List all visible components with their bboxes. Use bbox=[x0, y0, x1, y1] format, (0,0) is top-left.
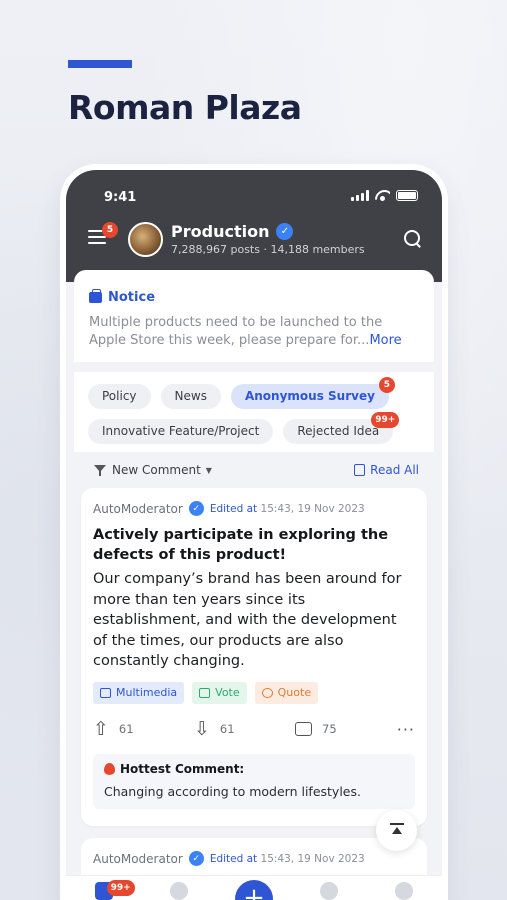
tag-label: Innovative Feature/Project bbox=[102, 424, 260, 438]
tag-label: Anonymous Survey bbox=[244, 389, 375, 403]
notice-text: Multiple products need to be launched to… bbox=[89, 314, 419, 350]
comment-button[interactable]: 75 bbox=[295, 722, 396, 736]
chip-label: Quote bbox=[277, 685, 312, 699]
link-icon bbox=[261, 687, 273, 698]
tab-members[interactable] bbox=[159, 882, 199, 900]
sort-label: New Comment bbox=[112, 463, 201, 477]
upvote-count: 61 bbox=[118, 722, 134, 736]
downvote-count: 61 bbox=[219, 722, 235, 736]
post-author[interactable]: AutoModerator bbox=[93, 852, 183, 866]
tab-create[interactable]: + bbox=[234, 880, 274, 900]
channel-header: 9:41 5 Production ✓ 7,288,967 posts · 14… bbox=[66, 170, 442, 282]
read-all-button[interactable]: Read All bbox=[354, 463, 419, 477]
chart-icon bbox=[199, 687, 211, 698]
edited-time: 15:43, 19 Nov 2023 bbox=[260, 852, 365, 865]
status-time: 9:41 bbox=[104, 190, 137, 205]
status-icons bbox=[351, 190, 418, 201]
list-toolbar: New Comment ▼ Read All bbox=[74, 456, 434, 484]
bell-icon bbox=[320, 882, 339, 900]
notice-body: Multiple products need to be launched to… bbox=[89, 315, 383, 348]
chip-vote[interactable]: Vote bbox=[192, 681, 247, 704]
notice-more-link[interactable]: More bbox=[369, 333, 401, 348]
channel-title[interactable]: Production ✓ bbox=[171, 222, 294, 241]
comment-count: 75 bbox=[322, 722, 337, 736]
brand-title: Roman Plaza bbox=[68, 88, 302, 127]
image-icon bbox=[100, 687, 111, 698]
arrow-down-icon: ⇩ bbox=[194, 717, 210, 740]
chip-quote[interactable]: Quote bbox=[254, 681, 319, 704]
tab-badge: 99+ bbox=[106, 880, 135, 896]
tag-label: Policy bbox=[102, 389, 137, 403]
post-edited: Edited at 15:43, 19 Nov 2023 bbox=[210, 503, 365, 515]
sort-dropdown[interactable]: New Comment ▼ bbox=[94, 463, 212, 477]
people-icon bbox=[169, 882, 188, 900]
user-icon bbox=[395, 882, 414, 900]
search-icon[interactable] bbox=[404, 230, 422, 248]
comment-icon bbox=[295, 722, 312, 736]
post-edited: Edited at 15:43, 19 Nov 2023 bbox=[210, 853, 365, 865]
tag-label: Rejected Idea bbox=[297, 424, 380, 438]
brand-accent-bar bbox=[68, 60, 132, 68]
post-body: Our company’s brand has been around for … bbox=[93, 571, 402, 669]
notice-title: Notice bbox=[108, 290, 156, 305]
tag-badge: 5 bbox=[378, 377, 395, 393]
post-meta: AutoModerator ✓ Edited at 15:43, 19 Nov … bbox=[93, 851, 415, 866]
tag-filter: Policy News Anonymous Survey 5 Innovative… bbox=[74, 372, 434, 452]
channel-name: Production bbox=[171, 222, 270, 241]
scroll-to-top-button[interactable] bbox=[376, 810, 417, 851]
battery-icon bbox=[396, 190, 418, 201]
tab-notifications[interactable] bbox=[309, 882, 349, 900]
add-post-button[interactable]: + bbox=[234, 880, 273, 900]
hottest-text: Changing according to modern lifestyles. bbox=[104, 783, 361, 799]
channel-stats: 7,288,967 posts · 14,188 members bbox=[171, 243, 365, 256]
tag-badge: 99+ bbox=[371, 412, 400, 428]
scroll-top-icon bbox=[389, 822, 404, 839]
post-author[interactable]: AutoModerator bbox=[93, 502, 183, 516]
tag-rejected-idea[interactable]: Rejected Idea 99+ bbox=[283, 412, 400, 444]
hottest-label: Hottest Comment: bbox=[120, 761, 245, 776]
post-actions: ⇧ 61 ⇩ 61 75 ··· bbox=[93, 717, 415, 740]
read-all-label: Read All bbox=[370, 463, 419, 477]
post-chips: Multimedia Vote Quote bbox=[93, 681, 415, 704]
tag-policy[interactable]: Policy bbox=[88, 384, 151, 409]
signal-icon bbox=[351, 190, 369, 201]
tag-anonymous-survey[interactable]: Anonymous Survey 5 bbox=[230, 377, 395, 409]
downvote-button[interactable]: ⇩ 61 bbox=[194, 717, 295, 740]
tab-profile[interactable] bbox=[384, 882, 424, 900]
read-all-icon bbox=[354, 464, 366, 476]
phone-frame: 9:41 5 Production ✓ 7,288,967 posts · 14… bbox=[66, 170, 442, 900]
wifi-icon bbox=[375, 190, 390, 201]
flame-icon bbox=[104, 762, 115, 775]
tag-news[interactable]: News bbox=[160, 384, 221, 409]
tab-channels[interactable]: 99+ bbox=[84, 880, 135, 900]
tag-label: News bbox=[174, 389, 207, 403]
edited-label: Edited at bbox=[209, 852, 258, 865]
chip-multimedia[interactable]: Multimedia bbox=[93, 681, 185, 704]
post-card[interactable]: AutoModerator ✓ Edited at 15:43, 19 Nov … bbox=[81, 488, 427, 826]
post-meta: AutoModerator ✓ Edited at 15:43, 19 Nov … bbox=[93, 501, 415, 516]
menu-badge: 5 bbox=[102, 222, 118, 238]
verified-icon: ✓ bbox=[276, 223, 294, 240]
notice-header: Notice bbox=[89, 289, 419, 305]
chip-label: Multimedia bbox=[116, 685, 178, 699]
verified-icon: ✓ bbox=[188, 851, 204, 866]
tag-innovative-feature[interactable]: Innovative Feature/Project bbox=[88, 419, 274, 444]
caret-down-icon: ▼ bbox=[205, 465, 212, 475]
more-dots-icon[interactable]: ··· bbox=[397, 720, 415, 739]
post-title: Actively participate in exploring the de… bbox=[93, 527, 389, 563]
hottest-comment[interactable]: Hottest Comment: Changing according to m… bbox=[93, 753, 415, 809]
bottom-tab-bar: 99+ + bbox=[66, 875, 442, 900]
upvote-button[interactable]: ⇧ 61 bbox=[93, 717, 194, 740]
chip-label: Vote bbox=[215, 685, 240, 699]
notice-icon bbox=[89, 289, 102, 303]
verified-icon: ✓ bbox=[188, 501, 204, 516]
edited-time: 15:43, 19 Nov 2023 bbox=[260, 502, 365, 515]
filter-icon bbox=[94, 464, 107, 476]
edited-label: Edited at bbox=[209, 502, 258, 515]
arrow-up-icon: ⇧ bbox=[93, 717, 109, 740]
notice-card: Notice Multiple products need to be laun… bbox=[74, 270, 434, 362]
channel-avatar[interactable] bbox=[128, 222, 163, 257]
